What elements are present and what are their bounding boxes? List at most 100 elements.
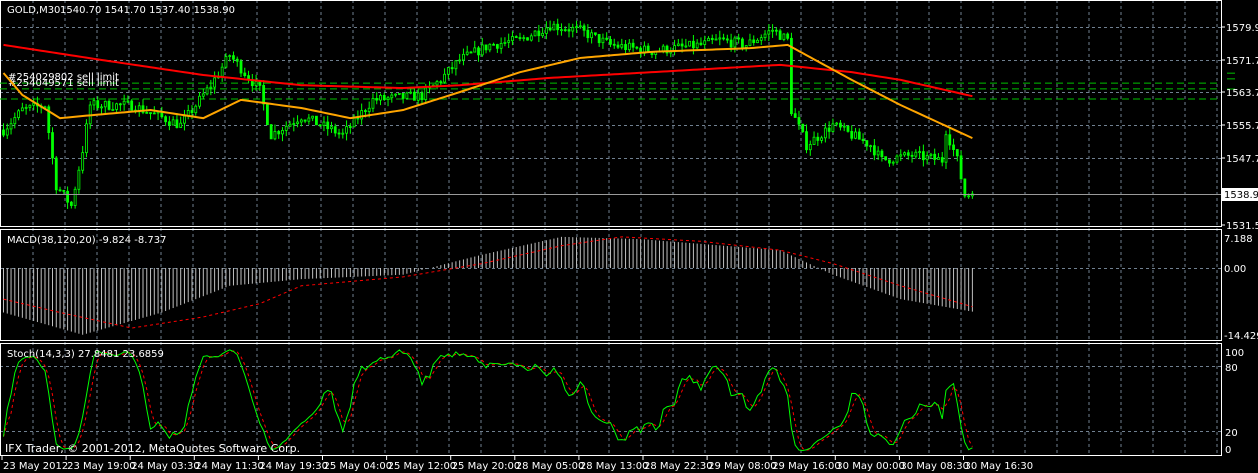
candle-bull — [903, 152, 906, 156]
candle-bull — [273, 131, 277, 140]
candle-bear — [232, 55, 235, 60]
order-label: #254049571 sell limit — [8, 78, 119, 89]
candle-bear — [612, 43, 616, 46]
candle-bull — [367, 107, 371, 112]
candle-bull — [876, 150, 880, 156]
candle-bull — [194, 105, 198, 114]
candle-bull — [627, 42, 631, 51]
trading-chart[interactable]: #254029802 sell limit#254049571 sell lim… — [0, 0, 1258, 473]
stoch-axis: 100 80 20 0 — [1225, 348, 1244, 456]
candle-bull — [590, 32, 594, 39]
candle-bull — [307, 117, 311, 122]
candle-bear — [692, 40, 695, 49]
candle-bull — [552, 23, 556, 31]
candle-bull — [371, 98, 375, 109]
candle-bull — [733, 37, 737, 48]
candle-bear — [741, 38, 744, 48]
candle-bear — [729, 39, 733, 48]
candle-bull — [929, 153, 933, 156]
candle-bull — [835, 122, 839, 125]
candle-bull — [895, 155, 899, 163]
candle-bull — [937, 157, 940, 160]
time-label: 23 May 2012 — [3, 461, 68, 472]
stoch-axis-label: 100 — [1225, 348, 1244, 359]
candle-bull — [443, 73, 446, 83]
candle-bull — [73, 188, 77, 206]
candle-bear — [145, 112, 149, 114]
candle-bear — [265, 103, 269, 126]
order-lines[interactable]: #254029802 sell limit#254049571 sell lim… — [0, 72, 1235, 100]
candle-bear — [2, 129, 5, 136]
price-label: 1563.70 — [1226, 88, 1258, 99]
candle-bear — [337, 132, 341, 135]
time-label: 25 May 20:00 — [452, 461, 521, 472]
candle-bull — [967, 195, 971, 198]
candle-bull — [869, 145, 872, 148]
candle-bull — [503, 41, 507, 44]
candle-bull — [661, 45, 665, 52]
candle-bull — [842, 125, 846, 128]
candle-bear — [152, 112, 156, 115]
candle-bull — [198, 95, 201, 107]
candle-bull — [100, 106, 103, 109]
candle-bear — [861, 138, 865, 142]
candle-bull — [424, 87, 428, 100]
candle-bear — [118, 103, 122, 106]
candle-bull — [213, 77, 217, 88]
candle-bull — [601, 37, 605, 44]
candle-bear — [906, 152, 910, 156]
candle-bear — [680, 43, 684, 47]
candle-bull — [390, 94, 394, 99]
candle-bull — [224, 56, 228, 68]
candle-bear — [774, 29, 778, 32]
candle-bear — [175, 119, 179, 128]
candle-bull — [473, 47, 477, 53]
candle-bull — [676, 43, 680, 47]
candle-bear — [382, 95, 386, 100]
time-label: 30 May 08:30 — [900, 461, 969, 472]
candle-bear — [107, 100, 111, 110]
candle-bull — [205, 87, 209, 95]
candle-bull — [899, 154, 903, 157]
macd-axis-label: 0.00 — [1224, 264, 1246, 275]
candle-bull — [529, 35, 533, 41]
candle-bear — [857, 131, 861, 140]
candle-bear — [593, 32, 597, 35]
candles — [2, 18, 974, 209]
candle-bull — [812, 136, 816, 145]
candle-bear — [850, 131, 854, 139]
candle-bear — [710, 37, 714, 40]
candle-bull — [918, 151, 922, 154]
candle-bear — [797, 117, 801, 125]
candle-bull — [544, 27, 548, 34]
candle-bull — [507, 40, 511, 43]
candle-bear — [375, 98, 379, 101]
candle-bear — [420, 92, 424, 100]
candle-bear — [725, 38, 729, 41]
candle-bear — [51, 132, 54, 159]
macd-axis-label: -14.429 — [1224, 331, 1258, 342]
candle-bear — [258, 81, 262, 86]
candle-bear — [872, 145, 876, 156]
candle-bear — [450, 67, 454, 70]
candle-bear — [492, 43, 496, 46]
candle-bear — [326, 121, 330, 130]
candle-bear — [801, 123, 805, 133]
time-label: 23 May 19:00 — [67, 461, 136, 472]
price-label: 1571.70 — [1226, 56, 1258, 67]
candle-bull — [914, 151, 918, 157]
candle-bull — [560, 29, 563, 32]
candle-bear — [737, 37, 741, 40]
candle-bull — [281, 130, 284, 135]
candle-bear — [318, 124, 322, 127]
candle-bull — [386, 97, 390, 100]
candle-bull — [9, 123, 13, 130]
candle-bull — [533, 30, 537, 37]
candle-bull — [171, 119, 175, 126]
candle-bull — [394, 93, 397, 96]
candle-bull — [522, 37, 526, 40]
candle-bear — [556, 23, 560, 31]
candle-bull — [77, 169, 81, 190]
candle-bear — [959, 155, 963, 180]
candle-bear — [69, 201, 73, 206]
